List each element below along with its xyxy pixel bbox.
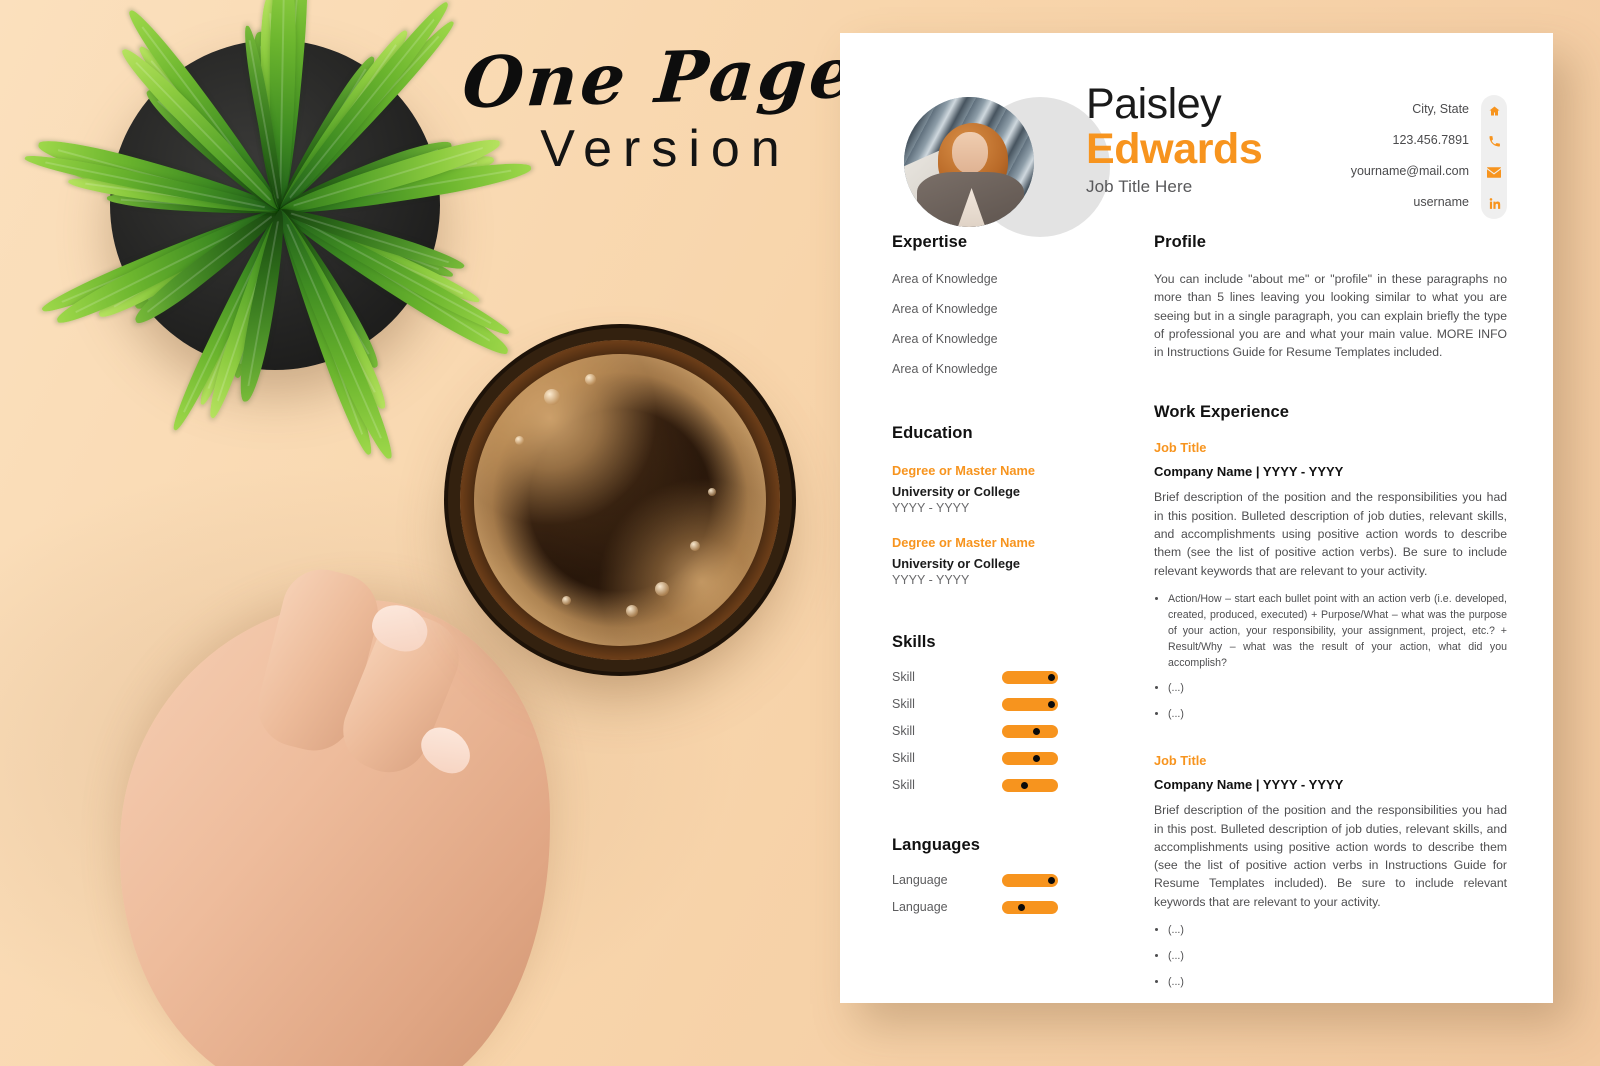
- job-company-line: Company Name | YYYY - YYYY: [1154, 464, 1344, 480]
- skill-bar[interactable]: [1002, 724, 1058, 738]
- linkedin-icon[interactable]: [1487, 197, 1501, 210]
- education-school: University or College: [892, 484, 1021, 499]
- skill-label: Skill: [892, 697, 915, 711]
- banner-line-one: One Page: [459, 30, 861, 125]
- header-job-title: Job Title Here: [1086, 177, 1193, 196]
- skill-bar[interactable]: [1002, 670, 1058, 684]
- skills-heading: Skills: [892, 633, 936, 651]
- education-years: YYYY - YYYY: [892, 573, 970, 587]
- job-bullet: (...): [1168, 680, 1507, 697]
- skill-row: Skill: [892, 724, 1104, 738]
- skill-label: Skill: [892, 751, 915, 765]
- skill-row: Skill: [892, 670, 1104, 684]
- phone-icon[interactable]: [1487, 135, 1501, 148]
- jobs-list: Job Title Company Name | YYYY - YYYY Brief…: [1154, 440, 1507, 990]
- job-title: Job Title: [1154, 440, 1207, 456]
- expertise-heading: Expertise: [892, 233, 968, 251]
- contact-linkedin-text: username: [1413, 195, 1469, 209]
- language-bar[interactable]: [1002, 873, 1058, 887]
- profile-text: You can include "about me" or "profile" …: [1154, 272, 1507, 360]
- language-row: Language: [892, 900, 1104, 914]
- skill-label: Skill: [892, 724, 915, 738]
- contact-icon-strip: [1481, 95, 1507, 219]
- language-label: Language: [892, 873, 948, 887]
- skill-label: Skill: [892, 778, 915, 792]
- resume-header: Paisley Edwards Job Title Here City, Sta…: [840, 33, 1553, 237]
- expertise-item: Area of Knowledge: [892, 272, 998, 286]
- language-level-dot: [1017, 903, 1025, 911]
- coffee-crema: [474, 354, 766, 646]
- skill-row: Skill: [892, 778, 1104, 792]
- expertise-item: Area of Knowledge: [892, 332, 998, 346]
- job-bullet: Action/How – start each bullet point wit…: [1168, 591, 1507, 671]
- contact-phone-text: 123.456.7891: [1392, 133, 1469, 147]
- skill-bar[interactable]: [1002, 778, 1058, 792]
- education-degree: Degree or Master Name: [892, 535, 1035, 550]
- education-heading: Education: [892, 424, 973, 442]
- email-icon[interactable]: [1487, 166, 1501, 179]
- job-entry: Job Title Company Name | YYYY - YYYY Brief…: [1154, 440, 1507, 723]
- education-item: Degree or Master Name University or Colle…: [892, 535, 1104, 587]
- expertise-item: Area of Knowledge: [892, 362, 998, 376]
- last-name: Edwards: [1086, 124, 1263, 173]
- skill-row: Skill: [892, 751, 1104, 765]
- job-description: Brief description of the position and th…: [1154, 803, 1507, 909]
- job-company-line: Company Name | YYYY - YYYY: [1154, 777, 1344, 793]
- education-school: University or College: [892, 556, 1021, 571]
- job-bullet-list: (...) (...) (...): [1154, 922, 1507, 991]
- skill-level-dot: [1033, 727, 1041, 735]
- job-bullet: (...): [1168, 974, 1507, 991]
- language-bar[interactable]: [1002, 900, 1058, 914]
- education-list: Degree or Master Name University or Colle…: [892, 463, 1104, 587]
- work-experience-heading: Work Experience: [1154, 403, 1290, 422]
- home-icon[interactable]: [1487, 104, 1501, 117]
- job-entry: Job Title Company Name | YYYY - YYYY Brief…: [1154, 753, 1507, 990]
- expertise-list: Area of Knowledge Area of Knowledge Area o…: [892, 272, 1104, 376]
- right-column: Profile You can include "about me" or "p…: [1104, 233, 1507, 1000]
- language-level-dot: [1047, 876, 1055, 884]
- left-column: Expertise Area of Knowledge Area of Knowl…: [892, 233, 1104, 1000]
- profile-heading: Profile: [1154, 233, 1207, 251]
- expertise-item: Area of Knowledge: [892, 302, 998, 316]
- skill-level-dot: [1047, 673, 1055, 681]
- job-bullet: (...): [1168, 922, 1507, 939]
- contact-text-list: City, State 123.456.7891 yourname@mail.com…: [1351, 95, 1481, 209]
- education-years: YYYY - YYYY: [892, 501, 970, 515]
- skill-bar[interactable]: [1002, 697, 1058, 711]
- skill-bar[interactable]: [1002, 751, 1058, 765]
- languages-heading: Languages: [892, 836, 981, 854]
- first-name: Paisley: [1086, 80, 1222, 128]
- contact-email-text: yourname@mail.com: [1350, 164, 1469, 178]
- contact-block: City, State 123.456.7891 yourname@mail.com…: [1351, 95, 1507, 219]
- education-item: Degree or Master Name University or Colle…: [892, 463, 1104, 515]
- contact-home-text: City, State: [1412, 102, 1469, 116]
- skill-row: Skill: [892, 697, 1104, 711]
- language-row: Language: [892, 873, 1104, 887]
- languages-list: Language Language: [892, 873, 1104, 914]
- name-block: Paisley Edwards Job Title Here: [1086, 80, 1263, 197]
- job-bullet: (...): [1168, 706, 1507, 723]
- avatar: [904, 97, 1034, 227]
- job-bullet-list: Action/How – start each bullet point wit…: [1154, 591, 1507, 723]
- skill-level-dot: [1033, 754, 1041, 762]
- banner-line-two: Version: [540, 120, 791, 179]
- skill-level-dot: [1020, 781, 1028, 789]
- skill-level-dot: [1047, 700, 1055, 708]
- avatar-zone: [892, 75, 1110, 237]
- resume-page: Paisley Edwards Job Title Here City, Sta…: [840, 33, 1553, 1003]
- job-title: Job Title: [1154, 753, 1207, 769]
- job-description: Brief description of the position and th…: [1154, 490, 1507, 578]
- skill-label: Skill: [892, 670, 915, 684]
- resume-body: Expertise Area of Knowledge Area of Knowl…: [840, 233, 1553, 1000]
- language-label: Language: [892, 900, 948, 914]
- hand-image: [120, 561, 550, 1066]
- coffee-mug-image: [460, 340, 780, 660]
- education-degree: Degree or Master Name: [892, 463, 1035, 478]
- banner-headline: One Page Version: [460, 31, 861, 179]
- skills-list: Skill Skill Skill Skill Skill: [892, 670, 1104, 792]
- job-bullet: (...): [1168, 948, 1507, 965]
